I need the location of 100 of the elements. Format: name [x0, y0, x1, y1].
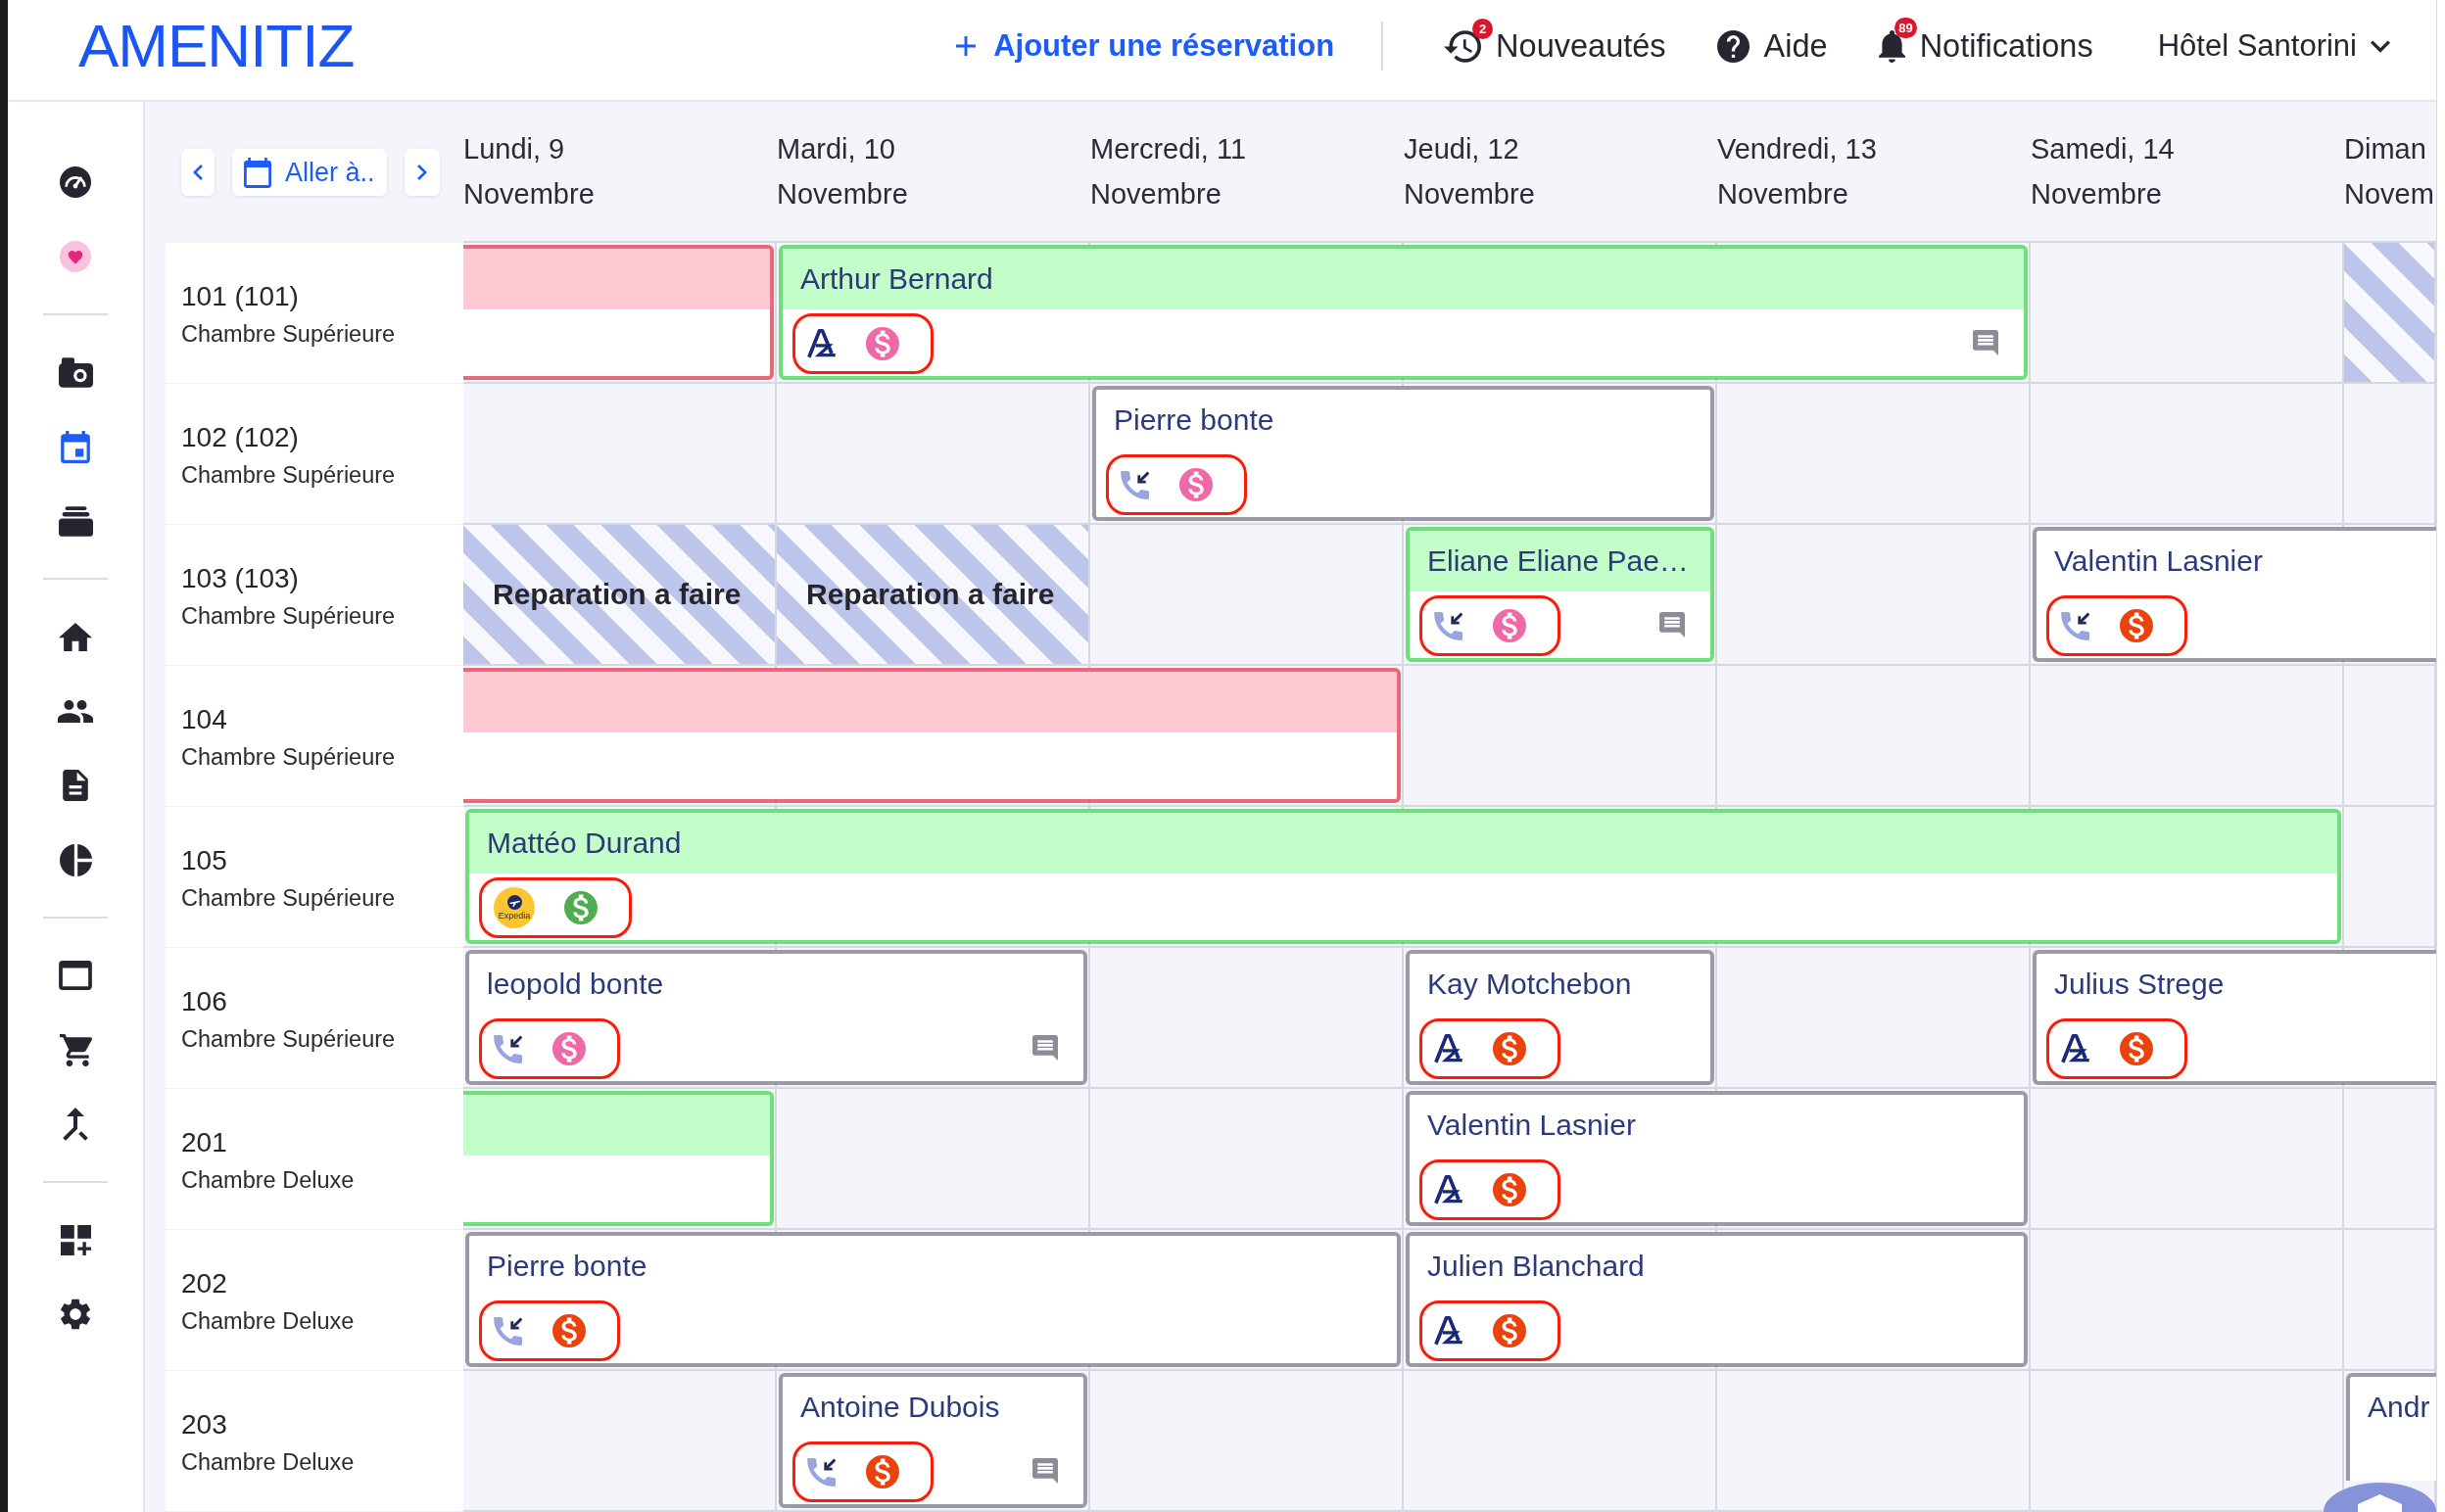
logo-text: Expedia — [498, 911, 531, 921]
room-number: 203 — [181, 1407, 228, 1441]
guest-name: Pierre bonte — [487, 1250, 647, 1283]
booking-card[interactable]: Arthur Bernard — [779, 245, 2028, 380]
guest-name: Antoine Dubois — [800, 1391, 1000, 1424]
stack-icon — [58, 505, 93, 537]
speedometer-icon — [60, 166, 91, 198]
day-label: Mercredi, 11 — [1090, 132, 1248, 166]
phone-icon — [2061, 611, 2090, 640]
logo-icon — [1434, 1316, 1463, 1346]
booking-card[interactable]: Pierre bonte — [465, 1232, 1401, 1367]
phone-icon — [494, 1034, 523, 1063]
apps-add-icon — [60, 1224, 91, 1255]
day-label: Lundi, 9 — [463, 132, 566, 166]
guest-name: Arthur Bernard — [800, 262, 993, 296]
room-type: Chambre Deluxe — [181, 1447, 356, 1477]
month-label: Novembre — [777, 177, 909, 212]
home-icon — [59, 622, 92, 651]
month-label: Novembre — [2031, 177, 2163, 212]
header-link[interactable]: 89 Notifications — [1878, 14, 2093, 78]
help-icon — [1716, 29, 1750, 63]
phone-icon — [807, 1457, 837, 1487]
plus-icon — [956, 36, 977, 56]
day-label: Diman — [2344, 132, 2427, 166]
month-label: Novem — [2344, 177, 2435, 212]
hotel-menu[interactable]: Hôtel Santorini — [2157, 28, 2390, 64]
month-label: Novembre — [1404, 177, 1536, 212]
block-label: Reparation a faire — [493, 578, 742, 611]
room-number: 104 — [181, 702, 228, 736]
logo-icon — [1434, 1034, 1463, 1063]
chevron-left-icon — [193, 165, 203, 180]
booking-card[interactable]: Julien Blanchard — [1406, 1232, 2028, 1367]
booking-card[interactable]: Eliane Eliane Pae… — [1406, 527, 1714, 662]
logo-icon — [1434, 1175, 1463, 1205]
pie-chart-icon — [59, 843, 92, 876]
booking-card[interactable]: Valentin Lasnier — [2033, 527, 2436, 662]
floating-action-button[interactable] — [2324, 1483, 2436, 1512]
guest-name: Valentin Lasnier — [1427, 1109, 1636, 1142]
calendar-icon — [244, 157, 271, 188]
room-number: 103 (103) — [181, 561, 300, 595]
room-type: Chambre Supérieure — [181, 601, 397, 631]
room-number: 202 — [181, 1266, 228, 1300]
chevron-right-icon — [416, 165, 427, 180]
logo-icon — [2061, 1034, 2090, 1063]
room-number: 102 (102) — [181, 420, 300, 454]
booking-card[interactable]: Valentin Lasnier — [1406, 1091, 2028, 1226]
room-number: 105 — [181, 843, 228, 877]
guest-name: Kay Motchebon — [1427, 968, 1632, 1001]
booking-card[interactable]: leopold bonte — [465, 950, 1087, 1085]
settings-icon — [60, 1299, 91, 1330]
room-number: 201 — [181, 1125, 228, 1159]
room-type: Chambre Supérieure — [181, 460, 397, 490]
chevron-down-icon — [2371, 39, 2390, 53]
day-label: Samedi, 14 — [2031, 132, 2176, 166]
phone-icon — [1121, 470, 1150, 499]
booking-card[interactable]: Antoine Dubois — [779, 1373, 1087, 1508]
guest-name: leopold bonte — [487, 968, 664, 1001]
next-week-button[interactable] — [404, 149, 440, 196]
room-number: 106 — [181, 984, 228, 1018]
booking-card[interactable]: Mattéo Durand Expedia — [465, 809, 2341, 944]
booking-card[interactable] — [463, 245, 774, 380]
add-reservation-button[interactable]: Ajouter une réservation — [956, 28, 1335, 64]
booking-card[interactable]: Pierre bonte — [1092, 386, 1714, 521]
header-link[interactable]: Aide — [1716, 14, 1828, 78]
go-to-date-button[interactable]: Aller à.. — [232, 149, 387, 196]
count-badge: 89 — [1894, 18, 1917, 38]
browser-window-icon — [59, 961, 92, 990]
day-label: Vendredi, 13 — [1717, 132, 1878, 166]
booking-card[interactable]: Kay Motchebon — [1406, 950, 1714, 1085]
day-label: Mardi, 10 — [777, 132, 896, 166]
room-type: Chambre Deluxe — [181, 1165, 356, 1195]
block-label: Reparation a faire — [806, 578, 1055, 611]
guest-name: Valentin Lasnier — [2054, 544, 2263, 578]
logo[interactable]: AMENITIZ — [78, 16, 355, 76]
room-type: Chambre Supérieure — [181, 883, 397, 913]
document-icon — [63, 770, 88, 801]
count-badge: 2 — [1472, 18, 1494, 39]
room-number: 101 (101) — [181, 279, 300, 313]
room-type: Chambre Supérieure — [181, 742, 397, 772]
calendar-icon — [61, 430, 90, 463]
room-type: Chambre Deluxe — [181, 1306, 356, 1336]
phone-icon — [1434, 611, 1463, 640]
day-label: Jeudi, 12 — [1404, 132, 1520, 166]
booking-card[interactable]: Andr — [2346, 1373, 2436, 1481]
camera-icon — [58, 356, 93, 388]
previous-week-button[interactable] — [181, 149, 215, 196]
month-label: Novembre — [463, 177, 596, 212]
room-type: Chambre Supérieure — [181, 319, 397, 349]
phone-icon — [494, 1316, 523, 1346]
plane-icon — [506, 895, 522, 910]
month-label: Novembre — [1090, 177, 1222, 212]
room-type: Chambre Supérieure — [181, 1024, 397, 1054]
guest-name: Pierre bonte — [1114, 403, 1274, 437]
cart-icon — [59, 1033, 92, 1066]
logo-icon — [807, 329, 837, 358]
guest-name: Andr — [2368, 1391, 2430, 1424]
guest-name: Julien Blanchard — [1427, 1250, 1645, 1283]
header-link[interactable]: 2 Nouveautés — [1444, 14, 1666, 78]
booking-card[interactable] — [463, 668, 1401, 803]
booking-card[interactable]: Julius Strege — [2033, 950, 2436, 1085]
